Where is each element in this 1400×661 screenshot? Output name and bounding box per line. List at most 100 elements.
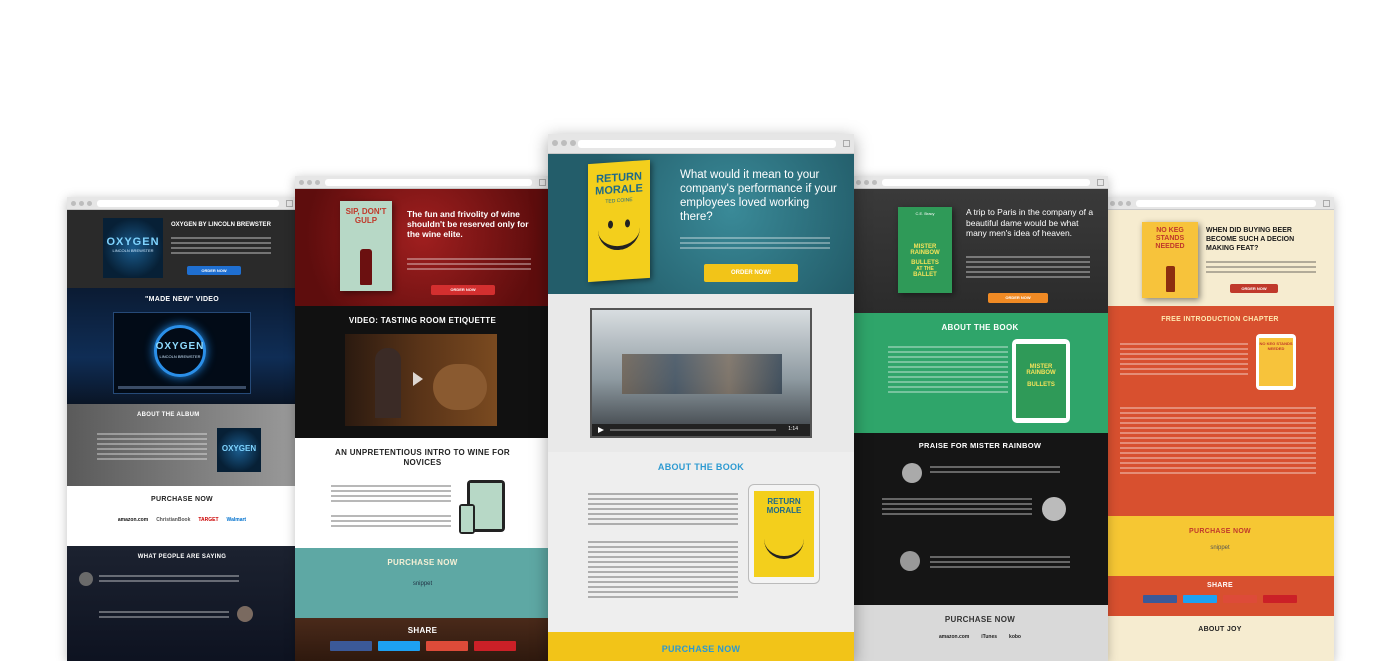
maximize-dot-icon[interactable] [315,180,320,185]
retailer-target[interactable]: TARGET [198,517,218,523]
album-cover: OXYGEN LINCOLN BREWSTER [103,218,163,278]
rainbow-about-section: ABOUT THE BOOK MISTER RAINBOW BULLETS [852,313,1108,433]
resize-icon[interactable] [539,179,546,186]
minimize-dot-icon[interactable] [307,180,312,185]
oxygen-order-button[interactable]: ORDER NOW [187,266,241,275]
reviewer-avatar [1042,497,1066,521]
close-dot-icon[interactable] [1110,201,1115,206]
retailer-christianbook[interactable]: ChristianBook [156,517,190,523]
retailer-amazon[interactable]: amazon.com [939,634,969,640]
morale-about-heading: ABOUT THE BOOK [657,462,745,472]
oxygen-video-player[interactable]: OXYGEN LINCOLN BREWSTER [113,312,251,394]
oxygen-purchase-section: PURCHASE NOW amazon.com ChristianBook TA… [67,486,297,546]
wine-snippet-logo[interactable]: snippet [295,581,550,587]
wine-hero: SIP, DON'T GULP The fun and frivolity of… [295,189,550,306]
browser-chrome [295,176,550,189]
minimize-dot-icon[interactable] [561,140,567,146]
testimonial-avatar [79,572,93,586]
keg-tablet-mockup: NO KEG STANDS NEEDED [1256,334,1296,390]
retailer-amazon[interactable]: amazon.com [118,517,148,523]
keg-hero: NO KEG STANDS NEEDED WHEN DID BUYING BEE… [1106,210,1334,306]
twitter-share-button[interactable] [377,641,420,651]
google-share-button[interactable] [1223,595,1257,603]
minimize-dot-icon[interactable] [864,180,869,185]
album-cover-artist: LINCOLN BREWSTER [112,248,154,253]
facebook-share-button[interactable] [1143,595,1177,603]
close-dot-icon[interactable] [299,180,304,185]
keg-snippet-logo[interactable]: snippet [1106,545,1334,551]
minimize-dot-icon[interactable] [79,201,84,206]
play-icon[interactable] [598,427,604,433]
wine-order-button[interactable]: ORDER NOW [431,285,495,295]
play-icon[interactable] [413,372,423,386]
google-share-button[interactable] [425,641,468,651]
maximize-dot-icon[interactable] [570,140,576,146]
resize-icon[interactable] [1097,179,1104,186]
video-album-title: OXYGEN [155,341,205,352]
wine-video-player[interactable] [345,334,497,426]
landing-page-oxygen: OXYGEN LINCOLN BREWSTER OXYGEN BY LINCOL… [67,197,297,661]
browser-chrome [852,176,1108,189]
oxygen-video-section: "MADE NEW" VIDEO OXYGEN LINCOLN BREWSTER [67,288,297,404]
address-bar[interactable] [325,179,532,186]
retailer-logos: amazon.com ChristianBook TARGET Walmart [67,517,297,523]
wine-video-heading: VIDEO: TASTING ROOM ETIQUETTE [348,316,497,325]
morale-order-button[interactable]: ORDER NOW! [704,264,798,282]
rainbow-order-button[interactable]: ORDER NOW [988,293,1048,303]
rainbow-book-title-2: RAINBOW [910,250,940,256]
video-controls: 1:14 [592,424,810,436]
resize-icon[interactable] [843,140,850,147]
video-progress-bar[interactable] [118,386,246,389]
presenter-figure [375,348,401,418]
twitter-share-button[interactable] [1183,595,1217,603]
keg-hero-heading: WHEN DID BUYING BEER BECOME SUCH A DECIO… [1206,227,1295,252]
morale-purchase-section: PURCHASE NOW [548,632,854,661]
address-bar[interactable] [882,179,1090,186]
keg-share-heading: SHARE [1206,582,1233,589]
keg-share-buttons [1106,595,1334,603]
keg-order-button[interactable]: ORDER NOW [1230,284,1278,293]
close-dot-icon[interactable] [71,201,76,206]
close-dot-icon[interactable] [856,180,861,185]
morale-video-player[interactable]: 1:14 [590,308,812,438]
keg-purchase-section: PURCHASE NOW snippet [1106,516,1334,576]
tablet-book-title-1: RETURN [767,497,801,506]
video-artist: LINCOLN BREWSTER [159,354,201,359]
pinterest-share-button[interactable] [1263,595,1297,603]
wine-share-section: SHARE [295,618,550,661]
browser-chrome [67,197,297,210]
retailer-kobo[interactable]: kobo [1009,634,1021,640]
video-progress-bar[interactable] [610,429,776,431]
maximize-dot-icon[interactable] [87,201,92,206]
keg-book-title: NO KEG STANDS NEEDED [1155,227,1185,250]
retailer-itunes[interactable]: iTunes [981,634,997,640]
landing-page-return-morale: RETURN MORALE TED COINE What would it me… [548,134,854,661]
oxygen-testimonials-heading: WHAT PEOPLE ARE SAYING [137,554,227,560]
about-album-cover: OXYGEN [217,428,261,472]
smiley-face-graphic [598,224,640,252]
pinterest-share-button[interactable] [473,641,516,651]
wine-purchase-section: PURCHASE NOW snippet [295,548,550,618]
maximize-dot-icon[interactable] [1126,201,1131,206]
oxygen-video-heading: "MADE NEW" VIDEO [144,296,220,303]
oxygen-hero-heading: OXYGEN BY LINCOLN BREWSTER [171,222,271,228]
wine-share-buttons [295,641,550,651]
address-bar[interactable] [97,200,279,207]
address-bar[interactable] [578,140,836,148]
reviewer-avatar [902,463,922,483]
oxygen-about-heading: ABOUT THE ALBUM [137,412,200,418]
facebook-share-button[interactable] [329,641,372,651]
keg-about-heading: ABOUT JOY [1198,626,1242,633]
resize-icon[interactable] [286,200,293,207]
address-bar[interactable] [1136,200,1316,207]
resize-icon[interactable] [1323,200,1330,207]
tablet-book-title-2: MORALE [766,506,802,515]
retailer-walmart[interactable]: Walmart [227,517,247,523]
minimize-dot-icon[interactable] [1118,201,1123,206]
morale-video-section: 1:14 [548,294,854,452]
rainbow-praise-section: PRAISE FOR MISTER RAINBOW [852,433,1108,605]
browser-chrome [548,134,854,154]
maximize-dot-icon[interactable] [872,180,877,185]
close-dot-icon[interactable] [552,140,558,146]
keg-purchase-heading: PURCHASE NOW [1189,528,1251,535]
